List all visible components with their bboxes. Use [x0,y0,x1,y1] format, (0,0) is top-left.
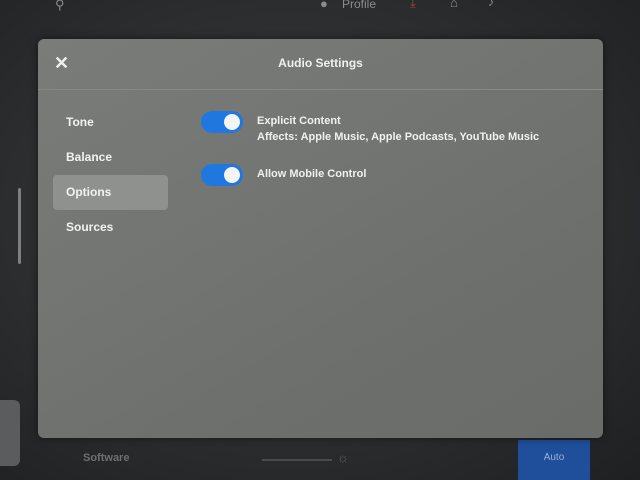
explicit-content-sublabel: Affects: Apple Music, Apple Podcasts, Yo… [257,131,540,143]
audio-settings-dialog: ✕ Audio Settings Tone Balance Options So… [38,39,603,438]
scroll-handle[interactable] [18,188,21,264]
mobile-control-toggle[interactable] [201,164,243,186]
nav-item-sources[interactable]: Sources [53,210,168,245]
nav-item-balance[interactable]: Balance [53,140,168,175]
software-label[interactable]: Software [83,452,129,464]
top-bar: ⚲ ● Profile ⤓ ⌂ ♪ [0,0,640,20]
dialog-header: ✕ Audio Settings [38,39,603,90]
profile-icon[interactable]: ● [320,0,328,11]
nav-item-options[interactable]: Options [53,175,168,210]
bell-icon[interactable]: ♪ [488,0,494,9]
dialog-title: Audio Settings [278,56,363,70]
explicit-content-toggle[interactable] [201,111,243,133]
download-icon[interactable]: ⤓ [410,0,416,11]
bottom-bar: Software ☼ Auto [0,440,640,480]
settings-nav: Tone Balance Options Sources [53,105,168,245]
home-icon[interactable]: ⌂ [450,0,458,10]
search-icon[interactable]: ⚲ [55,0,65,13]
brightness-icon: ☼ [337,450,349,465]
brightness-slider[interactable] [262,459,332,461]
toggle-knob [224,114,240,130]
toggle-knob [224,167,240,183]
profile-label[interactable]: Profile [342,0,376,11]
auto-button[interactable]: Auto [518,440,590,480]
mobile-control-label: Allow Mobile Control [257,168,367,180]
explicit-content-label: Explicit Content [257,115,341,127]
nav-item-tone[interactable]: Tone [53,105,168,140]
